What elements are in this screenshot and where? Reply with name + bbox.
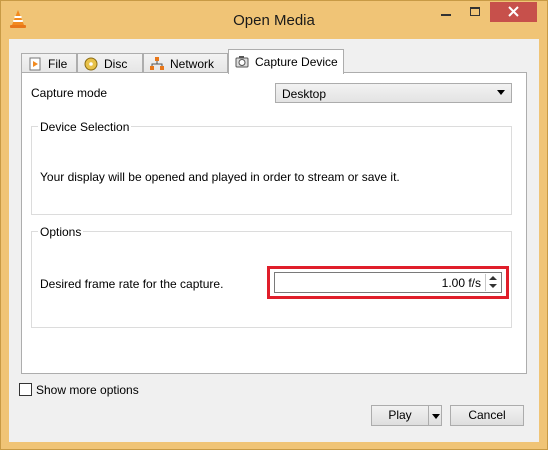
title-bar[interactable]: Open Media [1,1,547,39]
network-icon [150,56,164,71]
spin-down-icon[interactable] [489,284,497,288]
show-more-options-label[interactable]: Show more options [36,383,139,397]
capture-mode-select[interactable]: Desktop [275,83,512,103]
file-icon [28,57,42,71]
show-more-options-checkbox[interactable] [19,383,32,396]
options-title: Options [38,225,84,239]
chevron-down-icon [497,90,505,95]
frame-rate-value: 1.00 f/s [441,276,481,290]
spin-up-icon[interactable] [489,276,497,280]
frame-rate-spinbox[interactable]: 1.00 f/s [274,272,502,293]
maximize-icon [470,7,480,16]
play-button[interactable]: Play [371,405,429,426]
capture-mode-label: Capture mode [31,86,108,100]
close-icon [508,6,519,17]
device-selection-message: Your display will be opened and played i… [40,170,400,184]
maximize-button[interactable] [461,2,489,22]
spin-buttons [485,274,500,291]
capture-device-icon [235,55,249,69]
device-selection-group: Device Selection Your display will be op… [31,120,512,215]
chevron-down-icon [432,414,440,419]
minimize-icon [441,14,451,16]
frame-rate-label: Desired frame rate for the capture. [40,277,224,291]
capture-device-panel: Capture mode Desktop Device Selection Yo… [21,72,527,374]
dialog-client-area: File Disc Network Capture Device Capture… [9,39,539,442]
tab-file[interactable]: File [21,53,77,73]
disc-icon [84,57,98,71]
open-media-window: Open Media File Disc Network Capture Dev… [0,0,548,450]
tab-capture-device-label: Capture Device [255,55,338,69]
close-button[interactable] [490,2,537,22]
capture-mode-value: Desktop [282,87,327,101]
tab-file-label: File [48,56,68,71]
tab-disc[interactable]: Disc [77,53,143,73]
tab-network[interactable]: Network [143,53,228,73]
tab-network-label: Network [170,56,215,71]
play-dropdown-button[interactable] [428,405,442,426]
device-selection-title: Device Selection [38,120,132,134]
tab-capture-device[interactable]: Capture Device [228,49,344,74]
cancel-button[interactable]: Cancel [450,405,524,426]
frame-rate-highlight: 1.00 f/s [267,266,509,299]
tab-disc-label: Disc [104,56,128,71]
minimize-button[interactable] [432,2,460,22]
